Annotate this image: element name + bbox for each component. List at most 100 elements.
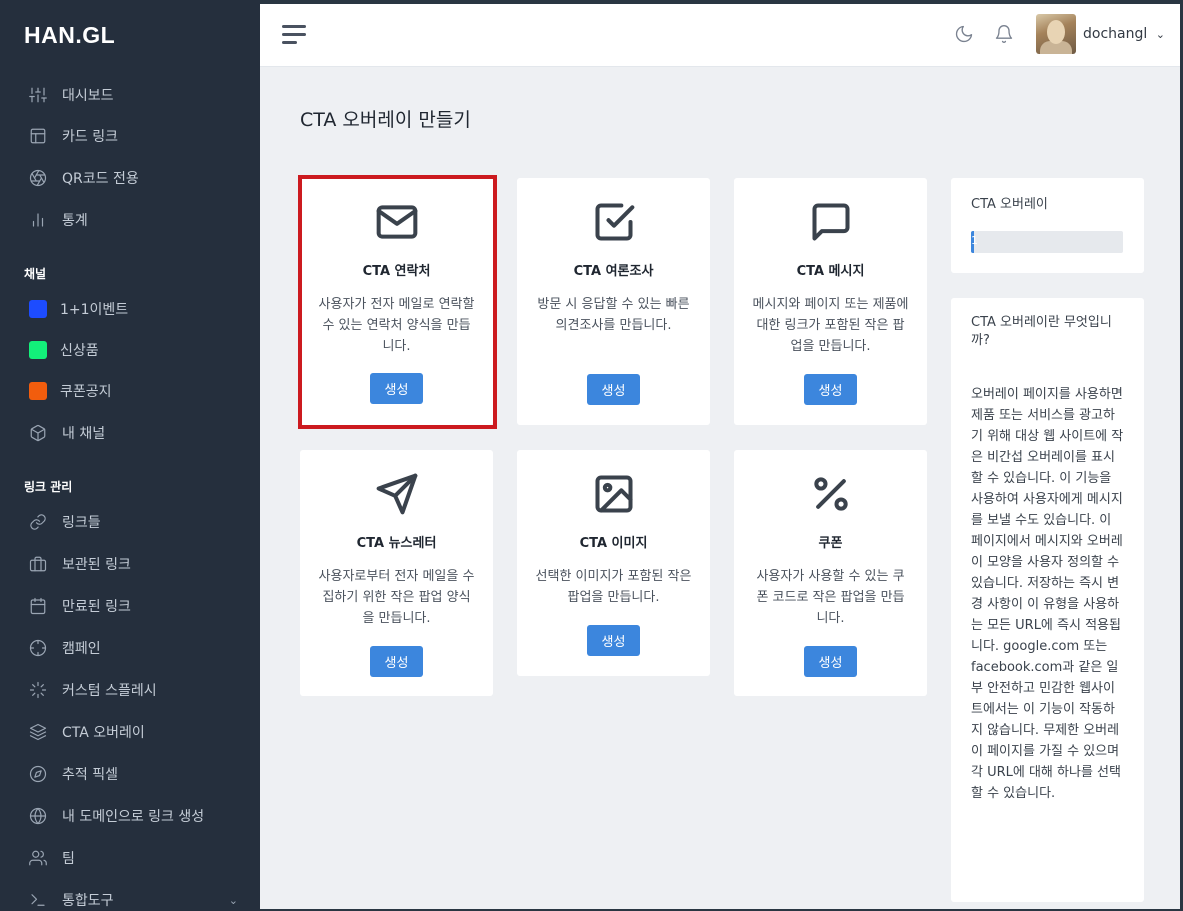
crosshair-icon xyxy=(28,638,48,658)
card-cta-message: CTA 메시지 메시지와 페이지 또는 제품에 대한 링크가 포함된 작은 팝업… xyxy=(734,178,927,425)
card-description: 사용자가 사용할 수 있는 쿠폰 코드로 작은 팝업을 만듭니다. xyxy=(756,569,905,626)
send-icon xyxy=(300,472,493,515)
sidebar-item-links[interactable]: 링크들 xyxy=(0,501,260,543)
sidebar-item-label: 추적 픽셀 xyxy=(62,767,118,783)
sidebar-item-label: 보관된 링크 xyxy=(62,557,131,573)
username-label: dochangl xyxy=(1083,26,1148,42)
sidebar-item-my-channel[interactable]: 내 채널 xyxy=(0,412,260,454)
usage-title: CTA 오버레이 xyxy=(971,197,1048,212)
sidebar-item-archived[interactable]: 보관된 링크 xyxy=(0,543,260,585)
topbar: dochangl ⌄ xyxy=(260,4,1180,67)
sidebar-item-team[interactable]: 팀 xyxy=(0,837,260,879)
sidebar: HAN.GL 대시보드 카드 링크 QR코드 전용 통계 채널 1+1이벤트 신… xyxy=(0,0,260,911)
chevron-down-icon: ⌄ xyxy=(1155,28,1165,41)
card-title: CTA 메시지 xyxy=(796,264,865,279)
sidebar-item-label: 쿠폰공지 xyxy=(60,384,112,400)
card-description: 선택한 이미지가 포함된 작은 팝업을 만듭니다. xyxy=(535,569,692,605)
usage-progress-bar: 1 xyxy=(971,231,1123,253)
briefcase-icon xyxy=(28,554,48,574)
card-description: 사용자로부터 전자 메일을 수집하기 위한 작은 팝업 양식을 만듭니다. xyxy=(318,569,475,626)
sidebar-item-tracking-pixel[interactable]: 추적 픽셀 xyxy=(0,753,260,795)
check-square-icon xyxy=(517,200,710,242)
moon-icon[interactable] xyxy=(954,24,976,46)
sidebar-channel-event[interactable]: 1+1이벤트 xyxy=(0,288,260,330)
layers-icon xyxy=(28,722,48,742)
sidebar-item-label: 신상품 xyxy=(60,343,99,359)
sidebar-item-label: 커스텀 스플레시 xyxy=(62,683,157,699)
section-heading-channels: 채널 xyxy=(24,267,47,281)
usage-card: CTA 오버레이 1 xyxy=(951,178,1144,273)
card-cta-image: CTA 이미지 선택한 이미지가 포함된 작은 팝업을 만듭니다. 생성 xyxy=(517,450,710,676)
sidebar-item-card-link[interactable]: 카드 링크 xyxy=(0,115,260,157)
card-title: CTA 이미지 xyxy=(579,536,648,551)
sidebar-channel-new-product[interactable]: 신상품 xyxy=(0,329,260,371)
sidebar-item-custom-domain[interactable]: 내 도메인으로 링크 생성 xyxy=(0,795,260,837)
info-title: CTA 오버레이란 무엇입니까? xyxy=(971,315,1112,348)
info-body: 오버레이 페이지를 사용하면 제품 또는 서비스를 광고하기 위해 대상 웹 사… xyxy=(971,387,1124,801)
card-cta-poll: CTA 여론조사 방문 시 응답할 수 있는 빠른 의견조사를 만듭니다. 생성 xyxy=(517,178,710,425)
sidebar-channel-coupon-notice[interactable]: 쿠폰공지 xyxy=(0,370,260,412)
loader-icon xyxy=(28,680,48,700)
link-icon xyxy=(28,512,48,532)
card-title: CTA 뉴스레터 xyxy=(356,536,437,551)
create-button[interactable]: 생성 xyxy=(587,625,640,656)
user-menu[interactable]: dochangl ⌄ xyxy=(1083,26,1165,42)
sidebar-item-label: QR코드 전용 xyxy=(62,171,139,187)
sidebar-item-label: CTA 오버레이 xyxy=(62,725,145,741)
sidebar-item-integrations[interactable]: 통합도구 ⌄ xyxy=(0,879,260,911)
terminal-icon xyxy=(28,890,48,910)
percent-icon xyxy=(734,472,927,514)
sidebar-item-stats[interactable]: 통계 xyxy=(0,199,260,241)
brand-logo[interactable]: HAN.GL xyxy=(24,22,115,49)
sidebar-item-label: 링크들 xyxy=(62,515,101,531)
sliders-icon xyxy=(28,85,48,105)
sidebar-item-label: 대시보드 xyxy=(62,88,114,104)
calendar-icon xyxy=(28,596,48,616)
create-button[interactable]: 생성 xyxy=(804,374,857,405)
sidebar-item-label: 팀 xyxy=(62,851,75,867)
sidebar-item-label: 1+1이벤트 xyxy=(60,302,129,318)
sidebar-item-campaign[interactable]: 캠페인 xyxy=(0,627,260,669)
sidebar-item-label: 통계 xyxy=(62,213,88,229)
main-content: CTA 오버레이 만들기 CTA 연락처 사용자가 전자 메일로 연락할 수 있… xyxy=(260,67,1180,909)
image-icon xyxy=(517,472,710,514)
sidebar-item-cta-overlay[interactable]: CTA 오버레이 xyxy=(0,711,260,753)
sidebar-item-label: 통합도구 xyxy=(62,893,114,909)
card-description: 방문 시 응답할 수 있는 빠른 의견조사를 만듭니다. xyxy=(537,297,690,333)
sidebar-item-label: 캠페인 xyxy=(62,641,101,657)
sidebar-item-expired[interactable]: 만료된 링크 xyxy=(0,585,260,627)
bell-icon[interactable] xyxy=(994,24,1016,46)
card-title: CTA 여론조사 xyxy=(573,264,654,279)
channel-color-swatch xyxy=(29,341,47,359)
aperture-icon xyxy=(28,168,48,188)
selection-highlight xyxy=(298,175,497,429)
sidebar-item-label: 카드 링크 xyxy=(62,129,118,145)
chevron-down-icon: ⌄ xyxy=(228,893,238,907)
channel-color-swatch xyxy=(29,300,47,318)
layout-icon xyxy=(28,126,48,146)
card-description: 메시지와 페이지 또는 제품에 대한 링크가 포함된 작은 팝업을 만듭니다. xyxy=(752,297,909,354)
compass-icon xyxy=(28,764,48,784)
card-cta-newsletter: CTA 뉴스레터 사용자로부터 전자 메일을 수집하기 위한 작은 팝업 양식을… xyxy=(300,450,493,696)
sidebar-item-label: 내 도메인으로 링크 생성 xyxy=(62,809,205,825)
section-heading-links: 링크 관리 xyxy=(24,480,73,494)
box-icon xyxy=(28,423,48,443)
usage-count: 1 xyxy=(971,234,978,247)
card-title: 쿠폰 xyxy=(818,536,843,551)
bar-chart-icon xyxy=(28,210,48,230)
sidebar-item-qrcode[interactable]: QR코드 전용 xyxy=(0,157,260,199)
page-title: CTA 오버레이 만들기 xyxy=(300,109,471,131)
sidebar-item-custom-splash[interactable]: 커스텀 스플레시 xyxy=(0,669,260,711)
sidebar-item-dashboard[interactable]: 대시보드 xyxy=(0,74,260,116)
globe-icon xyxy=(28,806,48,826)
card-coupon: 쿠폰 사용자가 사용할 수 있는 쿠폰 코드로 작은 팝업을 만듭니다. 생성 xyxy=(734,450,927,696)
create-button[interactable]: 생성 xyxy=(587,374,640,405)
avatar[interactable] xyxy=(1036,14,1076,54)
sidebar-item-label: 만료된 링크 xyxy=(62,599,131,615)
info-card: CTA 오버레이란 무엇입니까? 오버레이 페이지를 사용하면 제품 또는 서비… xyxy=(951,298,1144,902)
message-square-icon xyxy=(734,200,927,242)
create-button[interactable]: 생성 xyxy=(370,646,423,677)
menu-toggle-icon[interactable] xyxy=(282,25,306,45)
create-button[interactable]: 생성 xyxy=(804,646,857,677)
users-icon xyxy=(28,848,48,868)
